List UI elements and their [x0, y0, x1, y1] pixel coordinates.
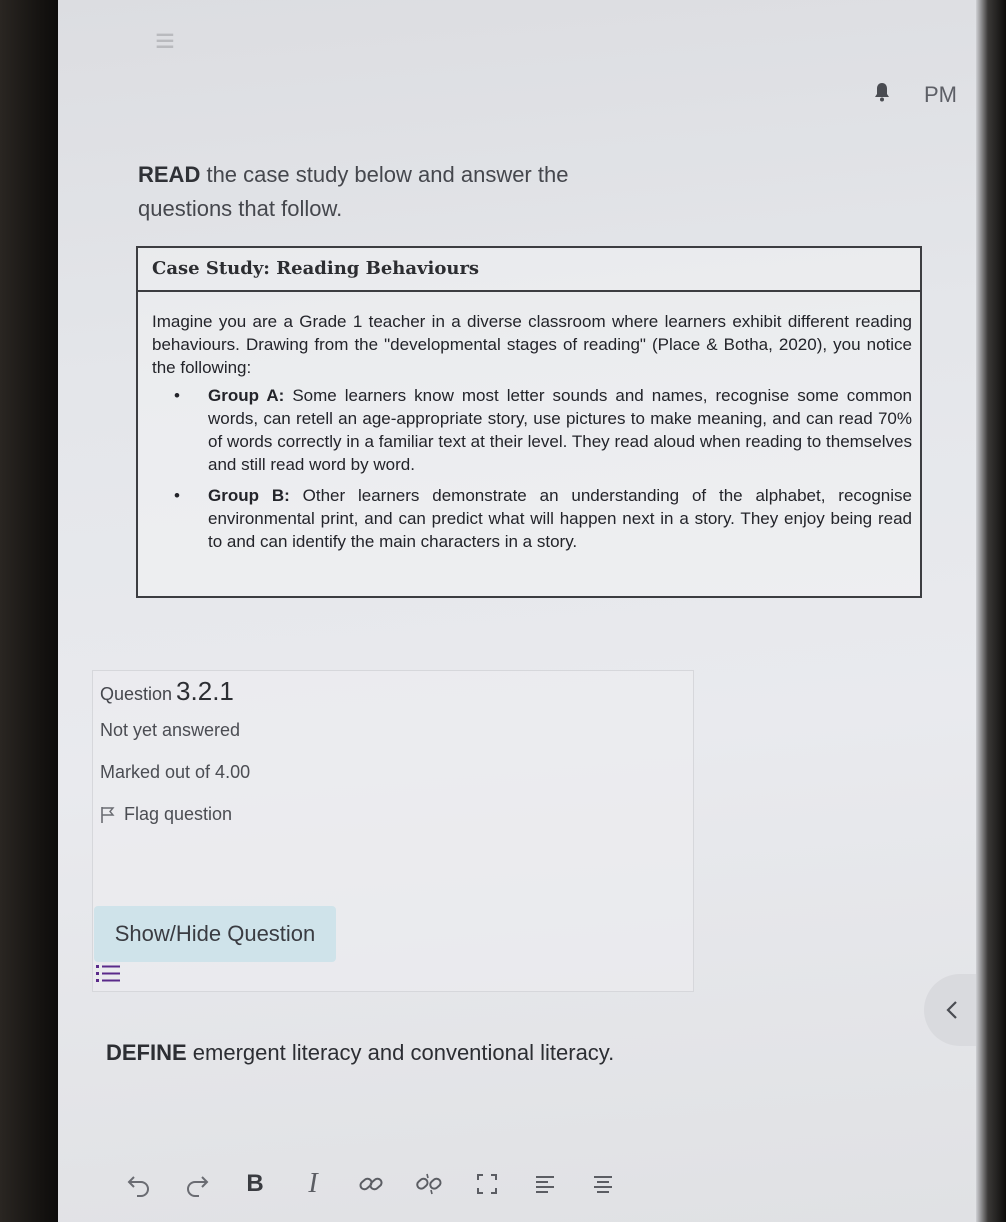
user-avatar-initials[interactable]: PM: [924, 82, 957, 108]
list-item: • Group A: Some learners know most lette…: [152, 384, 912, 476]
question-number: Question 3.2.1: [100, 676, 234, 707]
list-item: • Group B: Other learners demonstrate an…: [152, 484, 912, 553]
redo-icon: [187, 1176, 209, 1197]
chevron-left-icon: [946, 1001, 957, 1019]
case-study-instructions: READ the case study below and answer the…: [138, 158, 638, 226]
device-bezel-left: [0, 0, 60, 1222]
flag-question-label: Flag question: [124, 804, 233, 824]
italic-button[interactable]: I: [294, 1165, 332, 1203]
instruction-text: the case study below and answer the ques…: [138, 162, 569, 221]
notification-bell-icon[interactable]: [870, 80, 894, 104]
align-left-icon: [536, 1176, 554, 1193]
link-button[interactable]: [352, 1165, 390, 1203]
redo-button[interactable]: [178, 1165, 216, 1203]
unlink-button[interactable]: [410, 1165, 448, 1203]
group-label: Group B:: [208, 486, 290, 505]
group-label: Group A:: [208, 386, 285, 405]
bullet-icon: •: [174, 386, 180, 405]
align-center-icon: [594, 1176, 612, 1193]
case-study-title: Case Study: Reading Behaviours: [138, 248, 920, 292]
quiz-screen: ≡ PM READ the case study below and answe…: [58, 0, 978, 1222]
align-left-button[interactable]: [526, 1165, 564, 1203]
question-list-icon[interactable]: [94, 960, 122, 988]
instruction-verb: READ: [138, 162, 201, 187]
question-status: Not yet answered: [100, 720, 241, 740]
bullet-icon: •: [174, 486, 180, 505]
unlink-icon: [416, 1173, 442, 1195]
bold-button[interactable]: B: [236, 1165, 274, 1203]
question-prompt: DEFINE emergent literacy and conventiona…: [106, 1040, 614, 1066]
flag-question-link[interactable]: Flag question: [100, 804, 232, 825]
undo-button[interactable]: [120, 1165, 158, 1203]
expand-icon: [477, 1174, 497, 1194]
fullscreen-button[interactable]: [468, 1165, 506, 1203]
top-navbar: ≡ PM: [58, 0, 978, 140]
show-hide-question-button[interactable]: Show/Hide Question: [94, 906, 336, 962]
prompt-verb: DEFINE: [106, 1040, 187, 1065]
group-text: Some learners know most letter sounds an…: [208, 386, 912, 474]
editor-toolbar: B I: [120, 1162, 642, 1206]
hamburger-menu-icon[interactable]: ≡: [150, 22, 180, 60]
case-study-box: Case Study: Reading Behaviours Imagine y…: [136, 246, 922, 598]
question-word: Question: [100, 684, 173, 704]
device-bezel-right: [976, 0, 1006, 1222]
prompt-text: emergent literacy and conventional liter…: [186, 1040, 615, 1065]
undo-icon: [127, 1176, 149, 1197]
link-icon: [359, 1177, 383, 1191]
align-center-button[interactable]: [584, 1165, 622, 1203]
question-number-value: 3.2.1: [176, 676, 234, 706]
question-marks: Marked out of 4.00: [100, 762, 251, 782]
group-text: Other learners demonstrate an understand…: [208, 486, 912, 551]
case-study-intro: Imagine you are a Grade 1 teacher in a d…: [152, 312, 912, 377]
case-study-groups: • Group A: Some learners know most lette…: [152, 384, 912, 561]
drawer-toggle-button[interactable]: [924, 974, 978, 1046]
flag-icon: [101, 806, 115, 823]
